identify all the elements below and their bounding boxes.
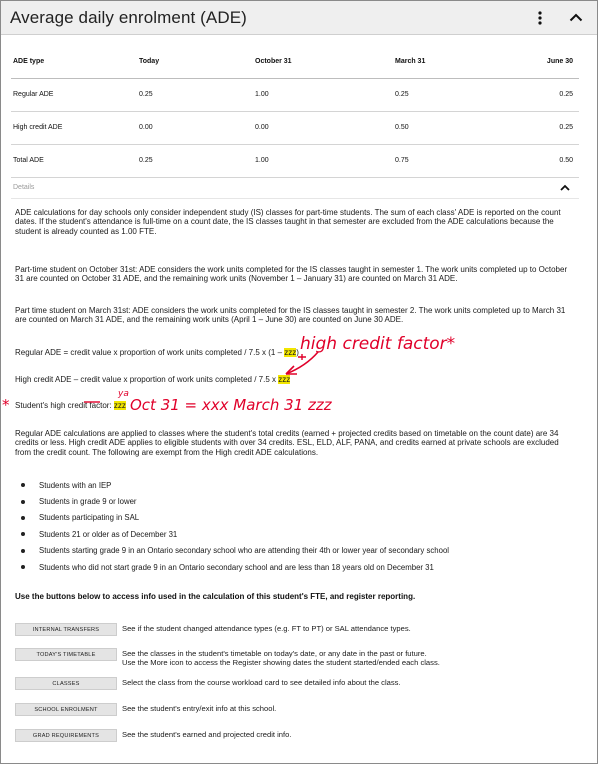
formula-text: Regular ADE = credit value x proportion … (15, 348, 285, 357)
col-header-october-31: October 31 (253, 45, 393, 79)
table-cell: 1.00 (253, 78, 393, 112)
list-item-text: Students who did not start grade 9 in an… (39, 562, 434, 572)
table-cell: 0.00 (137, 111, 253, 145)
ade-table: ADE type Today October 31 March 31 June … (11, 45, 579, 178)
list-item: Students in grade 9 or lower (21, 493, 577, 509)
classes-button[interactable]: CLASSES (15, 677, 117, 690)
formula-text: ) (296, 348, 299, 357)
col-header-march-31: March 31 (393, 45, 513, 79)
link-description: See the student's earned and projected c… (122, 730, 292, 739)
high-credit-factor-line: Student's high credit factor: zzz (15, 401, 575, 410)
link-row-grad-requirements: GRAD REQUIREMENTS See the student's earn… (15, 729, 575, 742)
grad-requirements-button[interactable]: GRAD REQUIREMENTS (15, 729, 117, 742)
table-header-row: ADE type Today October 31 March 31 June … (11, 45, 579, 79)
bullet-icon (21, 565, 25, 570)
details-paragraph-calculations: Regular ADE calculations are applied to … (15, 429, 559, 457)
bullet-icon (21, 532, 25, 537)
bullet-icon (21, 548, 25, 553)
table-cell: 0.25 (513, 78, 579, 112)
highlighted-value: zzz (284, 348, 297, 357)
bullet-icon (21, 515, 25, 520)
formula-text: High credit ADE – credit value x proport… (15, 375, 279, 384)
details-label: Details (13, 184, 35, 191)
card-title: Average daily enrolment (ADE) (10, 7, 247, 27)
link-row-todays-timetable: TODAY'S TIMETABLE See the classes in the… (15, 648, 575, 668)
list-item-text: Students 21 or older as of December 31 (39, 529, 178, 539)
highlighted-value: zzz (113, 401, 126, 410)
link-description: Select the class from the course workloa… (122, 678, 401, 687)
highlighted-value: zzz (278, 375, 291, 384)
table-cell: 0.25 (513, 111, 579, 145)
list-item: Students 21 or older as of December 31 (21, 526, 577, 542)
details-paragraph-october: Part-time student on October 31st: ADE c… (15, 265, 568, 284)
link-description: See the student's entry/exit info at thi… (122, 704, 277, 713)
school-enrolment-button[interactable]: SCHOOL ENROLMENT (15, 703, 117, 716)
table-cell: 0.50 (393, 111, 513, 145)
table-cell: 0.50 (513, 144, 579, 178)
list-item: Students with an IEP (21, 477, 577, 493)
table-cell: 0.25 (393, 78, 513, 112)
list-item: Students who did not start grade 9 in an… (21, 559, 577, 575)
list-item-text: Students with an IEP (39, 480, 112, 490)
table-cell: 0.25 (137, 78, 253, 112)
details-paragraph-march: Part time student on March 31st: ADE con… (15, 306, 566, 325)
link-description-line: See the classes in the student's timetab… (122, 649, 427, 658)
link-row-school-enrolment: SCHOOL ENROLMENT See the student's entry… (15, 703, 575, 716)
link-row-internal-transfers: INTERNAL TRANSFERS See if the student ch… (15, 623, 575, 636)
col-header-ade-type: ADE type (11, 45, 137, 79)
link-description-line: Use the More icon to access the Register… (122, 658, 440, 668)
link-description: See if the student changed attendance ty… (122, 624, 411, 633)
factor-label: Student's high credit factor: (15, 401, 114, 410)
regular-ade-formula: Regular ADE = credit value x proportion … (15, 348, 575, 357)
table-cell: Total ADE (11, 144, 137, 178)
table-cell: Regular ADE (11, 78, 137, 112)
table-row: High credit ADE 0.00 0.00 0.50 0.25 (11, 111, 579, 145)
high-credit-ade-formula: High credit ADE – credit value x proport… (15, 375, 575, 384)
list-item-text: Students in grade 9 or lower (39, 497, 137, 507)
todays-timetable-button[interactable]: TODAY'S TIMETABLE (15, 648, 117, 661)
list-item-text: Students starting grade 9 in an Ontario … (39, 546, 450, 556)
chevron-up-icon[interactable] (555, 180, 575, 196)
details-toggle[interactable]: Details (11, 177, 579, 199)
table-cell: 0.75 (393, 144, 513, 178)
bullet-icon (21, 483, 25, 488)
exempt-list: Students with an IEP Students in grade 9… (21, 477, 577, 575)
link-description: See the classes in the student's timetab… (122, 648, 440, 668)
col-header-today: Today (137, 45, 253, 79)
collapse-card-icon[interactable] (565, 7, 587, 29)
col-header-june-30: June 30 (513, 45, 579, 79)
table-cell: 0.25 (137, 144, 253, 178)
list-item: Students starting grade 9 in an Ontario … (21, 543, 577, 559)
card-header: Average daily enrolment (ADE) (1, 1, 597, 35)
details-paragraph-day-schools: ADE calculations for day schools only co… (15, 208, 561, 236)
links-heading: Use the buttons below to access info use… (15, 592, 416, 601)
ade-card: Average daily enrolment (ADE) ADE type T… (0, 0, 598, 764)
bullet-icon (21, 499, 25, 504)
internal-transfers-button[interactable]: INTERNAL TRANSFERS (15, 623, 117, 636)
list-item-text: Students participating in SAL (39, 513, 140, 523)
table-row: Regular ADE 0.25 1.00 0.25 0.25 (11, 78, 579, 112)
list-item: Students participating in SAL (21, 510, 577, 526)
more-options-icon[interactable] (529, 7, 551, 29)
table-cell: High credit ADE (11, 111, 137, 145)
link-row-classes: CLASSES Select the class from the course… (15, 677, 575, 690)
table-row: Total ADE 0.25 1.00 0.75 0.50 (11, 144, 579, 178)
table-cell: 1.00 (253, 144, 393, 178)
table-cell: 0.00 (253, 111, 393, 145)
